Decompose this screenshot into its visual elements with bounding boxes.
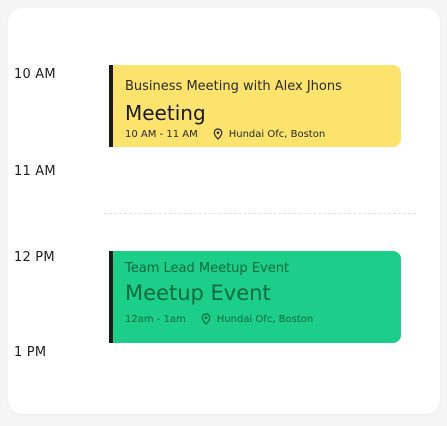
event-location: Hundai Ofc, Boston (216, 313, 314, 325)
event-meta: 12am - 1am Hundai Ofc, Boston (125, 313, 313, 325)
location-pin-icon (201, 313, 211, 325)
time-label-1pm: 1 PM (14, 345, 47, 360)
event-time: 10 AM - 11 AM (125, 128, 198, 140)
time-label-11am: 11 AM (14, 164, 56, 179)
event-title: Meeting (125, 101, 206, 125)
event-location: Hundai Ofc, Boston (228, 128, 326, 140)
hour-divider (104, 213, 416, 214)
event-card-meetup[interactable]: Team Lead Meetup Event Meetup Event 12am… (109, 251, 401, 343)
event-meta: 10 AM - 11 AM Hundai Ofc, Boston (125, 128, 325, 140)
event-accent-bar (109, 251, 113, 343)
event-accent-bar (109, 65, 113, 147)
event-title: Meetup Event (125, 281, 271, 305)
event-subtitle: Business Meeting with Alex Jhons (125, 79, 342, 94)
event-time: 12am - 1am (125, 313, 186, 325)
event-subtitle: Team Lead Meetup Event (125, 261, 290, 276)
time-label-10am: 10 AM (14, 67, 56, 82)
time-label-12pm: 12 PM (14, 250, 55, 265)
location-pin-icon (213, 128, 223, 140)
event-card-meeting[interactable]: Business Meeting with Alex Jhons Meeting… (109, 65, 401, 147)
